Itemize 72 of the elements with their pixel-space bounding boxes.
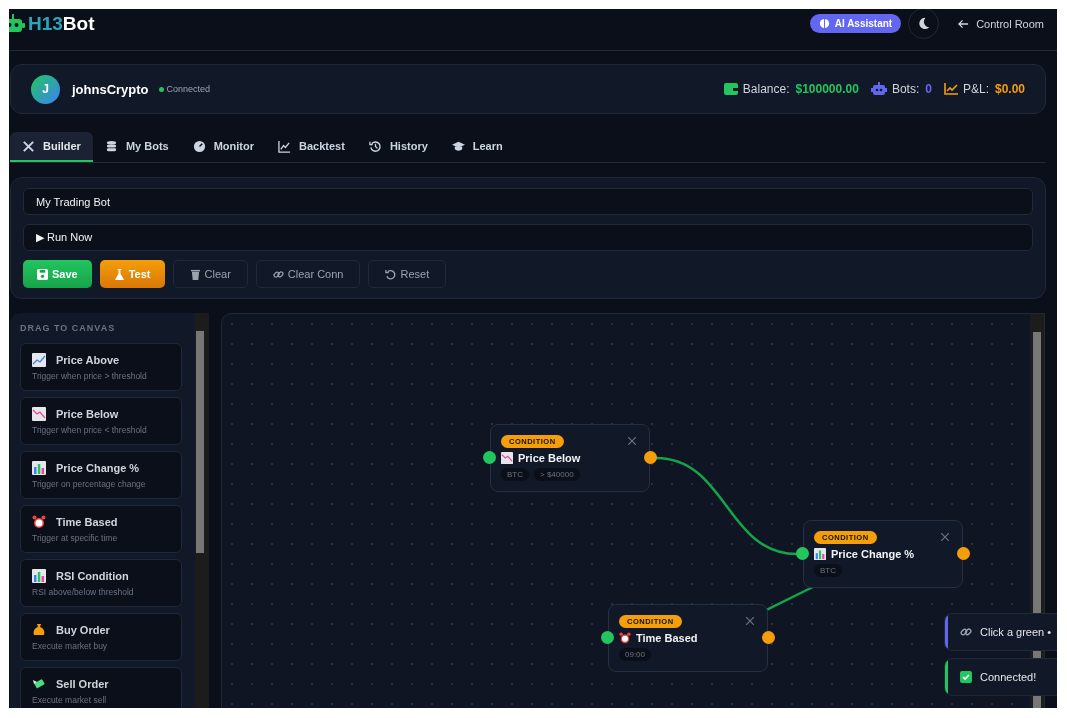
tab[interactable]: History: [356, 132, 440, 162]
palette-block[interactable]: Sell Order Execute market sell: [20, 667, 182, 708]
alarm-icon: [32, 515, 46, 529]
save-icon: [37, 268, 48, 280]
scrollbar-thumb[interactable]: [196, 331, 204, 553]
bar-chart-icon: [32, 569, 46, 583]
avatar: J: [31, 74, 60, 104]
chart-up-icon: [32, 353, 46, 367]
bar-chart-icon: [32, 461, 46, 475]
node-title: Time Based: [636, 632, 698, 644]
connection-status: Connected: [158, 84, 211, 94]
node-tag: BTC: [814, 564, 842, 577]
graduation-cap-icon: [451, 139, 465, 153]
toast-message: Connected!: [980, 671, 1037, 683]
palette-block[interactable]: Price Above Trigger when price > threshold: [20, 343, 182, 391]
bots-count: 0: [925, 82, 932, 96]
tab[interactable]: Backtest: [266, 132, 357, 162]
back-arrow-icon: [958, 18, 970, 29]
action-button[interactable]: Reset: [368, 260, 447, 288]
control-room-link[interactable]: Control Room: [958, 17, 1044, 30]
checkbox-icon: [960, 671, 972, 683]
alarm-icon: [619, 632, 631, 644]
node-tag: > $40000: [534, 468, 580, 481]
tab[interactable]: My Bots: [92, 132, 181, 162]
moon-icon: [916, 16, 932, 31]
palette-title: DRAG TO CANVAS: [20, 323, 117, 333]
palette-block[interactable]: Time Based Trigger at specific time: [20, 505, 182, 553]
gauge-icon: [192, 139, 206, 153]
close-icon[interactable]: [746, 617, 754, 625]
link-icon: [960, 626, 972, 638]
undo-icon: [385, 268, 397, 280]
node-tag: 09:00: [619, 648, 652, 661]
wallet-icon: [723, 83, 738, 95]
close-icon[interactable]: [628, 437, 636, 445]
flask-icon: [113, 268, 125, 280]
balance-value: $100000.00: [795, 82, 859, 96]
brain-icon: [818, 18, 830, 29]
app-logo: H13Bot: [28, 12, 95, 35]
tab[interactable]: Builder: [10, 132, 93, 162]
run-mode-select[interactable]: ▶ Run Now: [23, 224, 1033, 251]
trash-icon: [189, 268, 201, 280]
bot-name-field[interactable]: My Trading Bot: [23, 188, 1033, 215]
action-button[interactable]: Clear: [172, 260, 248, 288]
tab[interactable]: Monitor: [180, 132, 266, 162]
palette-block[interactable]: RSI Condition RSI above/below threshold: [20, 559, 182, 607]
ai-assistant-button[interactable]: AI Assistant: [809, 14, 902, 33]
balance-label: Balance:: [742, 82, 790, 96]
money-bag-icon: [32, 623, 46, 637]
pnl-label: P&L:: [962, 82, 989, 96]
tab[interactable]: Learn: [439, 132, 515, 162]
palette-block[interactable]: Price Change % Trigger on percentage change: [20, 451, 182, 499]
node-tag: BTC: [501, 468, 529, 481]
link-icon: [272, 268, 284, 280]
action-button[interactable]: Clear Conn: [255, 260, 361, 288]
bar-chart-icon: [814, 548, 826, 560]
node-title: Price Change %: [831, 548, 915, 560]
palette-block[interactable]: Price Below Trigger when price < threshold: [20, 397, 182, 445]
history-icon: [368, 139, 382, 153]
node-title: Price Below: [518, 452, 581, 464]
database-icon: [104, 139, 118, 153]
username: johnsCrypto: [72, 81, 149, 97]
theme-toggle-button[interactable]: [908, 9, 940, 39]
close-icon[interactable]: [941, 533, 949, 541]
line-chart-icon: [278, 139, 291, 153]
toast-message: Click a green •: [980, 626, 1052, 638]
robot-icon: [870, 82, 887, 96]
palette-block[interactable]: Buy Order Execute market buy: [20, 613, 182, 661]
bots-label: Bots:: [891, 82, 920, 96]
chart-down-icon: [501, 452, 513, 464]
pnl-value: $0.00: [994, 82, 1025, 96]
line-chart-icon: [943, 83, 958, 95]
chart-down-icon: [32, 407, 46, 421]
